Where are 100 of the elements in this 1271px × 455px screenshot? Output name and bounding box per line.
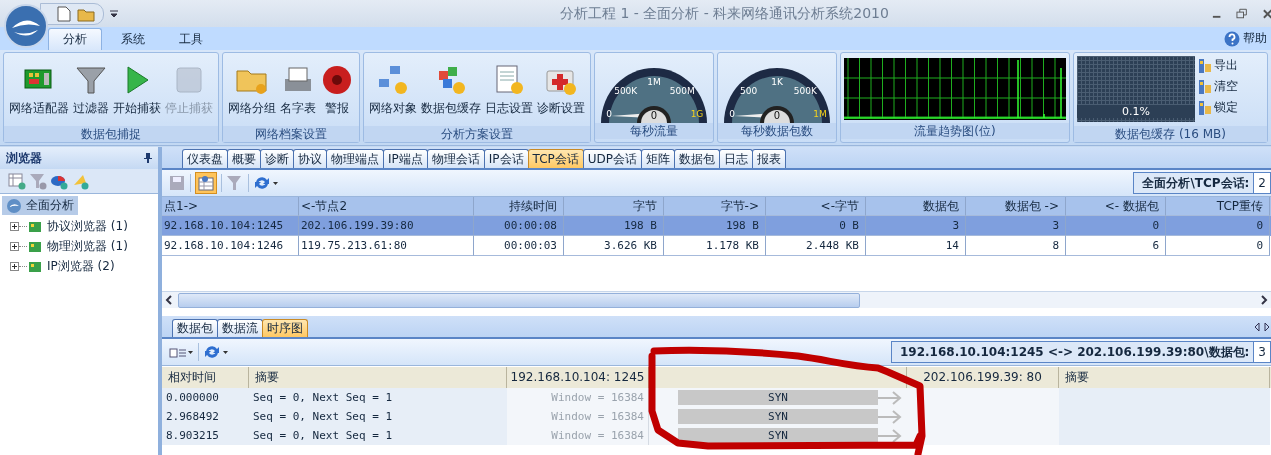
table-cell: 3 (866, 216, 966, 236)
path-field: 192.168.10.104:1245 <-> 202.106.199.39:80\数据包: 3 (891, 341, 1271, 363)
view-tab[interactable]: 时序图 (262, 319, 308, 337)
ribbon-button[interactable]: 过滤器 (71, 60, 111, 119)
view-tab[interactable]: 诊断 (260, 149, 294, 168)
ribbon-button[interactable]: 警报 (318, 60, 356, 119)
table-cell: 92.168.10.104:1245 (162, 216, 299, 236)
view-tab[interactable]: 报表 (752, 149, 787, 168)
ribbon-button[interactable]: 网络分组 (226, 60, 278, 119)
table-cell: 0 (1166, 236, 1270, 256)
view-tab[interactable]: TCP会话 (527, 149, 584, 168)
table-row[interactable]: 92.168.10.104:1246 119.75.213.61:80 00:00:03 3.626 KB 1.178 KB 2.448 KB 14 8 6 0 (162, 236, 1271, 256)
close-icon[interactable] (1261, 7, 1271, 20)
table-cell: 202.106.199.39:80 (299, 216, 474, 236)
table-cell: 1.178 KB (664, 236, 766, 256)
gauge-reading: 0 (773, 110, 781, 121)
table-cell: 8.903215 (162, 426, 249, 445)
view-tab[interactable]: 数据包 (674, 149, 721, 168)
view-tab[interactable]: 概要 (227, 149, 261, 168)
gauge-scale-label: 500M (669, 86, 695, 97)
buffer-action-button[interactable]: 清空 (1198, 77, 1238, 96)
expand-toggle[interactable] (10, 242, 19, 251)
group-label: 数据包捕捉 (4, 126, 218, 142)
group-label: 流量趋势图(位) (841, 123, 1069, 139)
add-table-icon[interactable] (8, 172, 26, 190)
panel-title: 浏览器 (6, 149, 42, 167)
view-tab[interactable]: 物理端点 (326, 149, 384, 168)
help-icon (1224, 30, 1240, 47)
caret-icon[interactable] (110, 9, 118, 18)
view-tab[interactable]: 日志 (719, 149, 754, 168)
tab-nav-icon[interactable] (1253, 321, 1271, 332)
ribbon-tab[interactable]: 分析 (48, 28, 102, 50)
gauge-scale-label: 1M (813, 109, 827, 119)
table-cell: 0.000000 (162, 388, 249, 407)
ribbon-button[interactable]: 数据包缓存 (419, 60, 483, 119)
table-cell: Seq = 0, Next Seq = 1 (249, 388, 507, 407)
table-cell: Window = 16384 (507, 407, 649, 426)
table-cell: 14 (866, 236, 966, 256)
gauge-reading: 0 (650, 110, 658, 121)
restore-icon[interactable] (1236, 7, 1248, 20)
gauge-scale-label: 0 (729, 109, 735, 119)
table-cell: 3.626 KB (564, 236, 664, 256)
refresh-icon[interactable] (253, 174, 279, 192)
ribbon-tab[interactable]: 工具 (164, 28, 218, 50)
group-label: 网络档案设置 (223, 126, 359, 142)
view-tab[interactable]: IP会话 (483, 149, 529, 168)
table-cell: 3 (966, 216, 1066, 236)
pin-icon[interactable] (144, 153, 152, 163)
table-cell: 0 (1166, 216, 1270, 236)
ribbon-button[interactable]: 名字表 (278, 60, 318, 119)
table-cell: 0 (1066, 216, 1166, 236)
ribbon-button[interactable]: 开始捕获 (111, 60, 163, 119)
table-cell: 198 B (664, 216, 766, 236)
table-cell: 6 (1066, 236, 1166, 256)
tree-item[interactable]: IP浏览器 (2) (27, 258, 115, 275)
ribbon-button[interactable]: 日志设置 (483, 60, 535, 119)
table-cell: 2.448 KB (766, 236, 866, 256)
group-label: 数据包缓存 (16 MB) (1074, 126, 1267, 142)
view-tab[interactable]: 物理会话 (426, 149, 485, 168)
buffer-action-button[interactable]: 锁定 (1198, 98, 1238, 117)
window-title: 分析工程 1 - 全面分析 - 科来网络通讯分析系统2010 (559, 4, 890, 23)
table-cell: Seq = 0, Next Seq = 1 (249, 426, 507, 445)
ribbon-tab[interactable]: 系统 (106, 28, 160, 50)
gauge-scale-label: 1K (771, 77, 783, 87)
view-tab[interactable]: UDP会话 (582, 149, 643, 168)
view-tab[interactable]: 矩阵 (641, 149, 676, 168)
tree-item[interactable]: 全面分析 (2, 196, 78, 215)
view-tab[interactable]: 协议 (293, 149, 327, 168)
expand-toggle[interactable] (10, 222, 19, 231)
view-tab[interactable]: 数据包 (172, 319, 218, 337)
ribbon-button[interactable]: 网络对象 (367, 60, 419, 119)
group-label: 每秒数据包数 (718, 123, 836, 139)
view-tab[interactable]: 仪表盘 (182, 149, 228, 168)
group-label: 每秒流量 (595, 123, 713, 139)
table-cell: Seq = 0, Next Seq = 1 (249, 407, 507, 426)
eye-logo-icon (6, 197, 22, 214)
tree-item[interactable]: 物理浏览器 (1) (27, 238, 128, 255)
help-button[interactable]: 帮助 (1224, 30, 1267, 47)
table-cell: 00:00:08 (474, 216, 564, 236)
add-filter-icon[interactable] (29, 172, 47, 190)
buffer-action-button[interactable]: 导出 (1198, 56, 1238, 75)
view-tab[interactable]: 数据流 (217, 319, 263, 337)
table-row[interactable]: 92.168.10.104:1245 202.106.199.39:80 00:00:08 198 B 198 B 0 B 3 3 0 0 (162, 216, 1271, 236)
expand-toggle[interactable] (10, 262, 19, 271)
table-cell: Window = 16384 (507, 426, 649, 445)
table-cell: 92.168.10.104:1246 (162, 236, 299, 256)
ribbon-button[interactable]: 诊断设置 (535, 60, 587, 119)
table-cell: 8 (966, 236, 1066, 256)
cabinet-icon (1198, 99, 1212, 116)
new-file-icon[interactable] (57, 5, 71, 22)
scrollbar-thumb[interactable] (178, 292, 860, 308)
table-cell: 0 B (766, 216, 866, 236)
ribbon-button[interactable]: 网络适配器 (7, 60, 71, 119)
view-tab[interactable]: IP端点 (383, 149, 428, 168)
tree-item[interactable]: 协议浏览器 (1) (27, 218, 128, 235)
gauge-scale-label: 0 (606, 109, 612, 119)
refresh-icon[interactable] (203, 343, 229, 361)
app-logo-icon[interactable] (4, 4, 48, 48)
table-view-button[interactable] (195, 172, 217, 194)
buffer-meter: 0.1% (1077, 56, 1195, 122)
